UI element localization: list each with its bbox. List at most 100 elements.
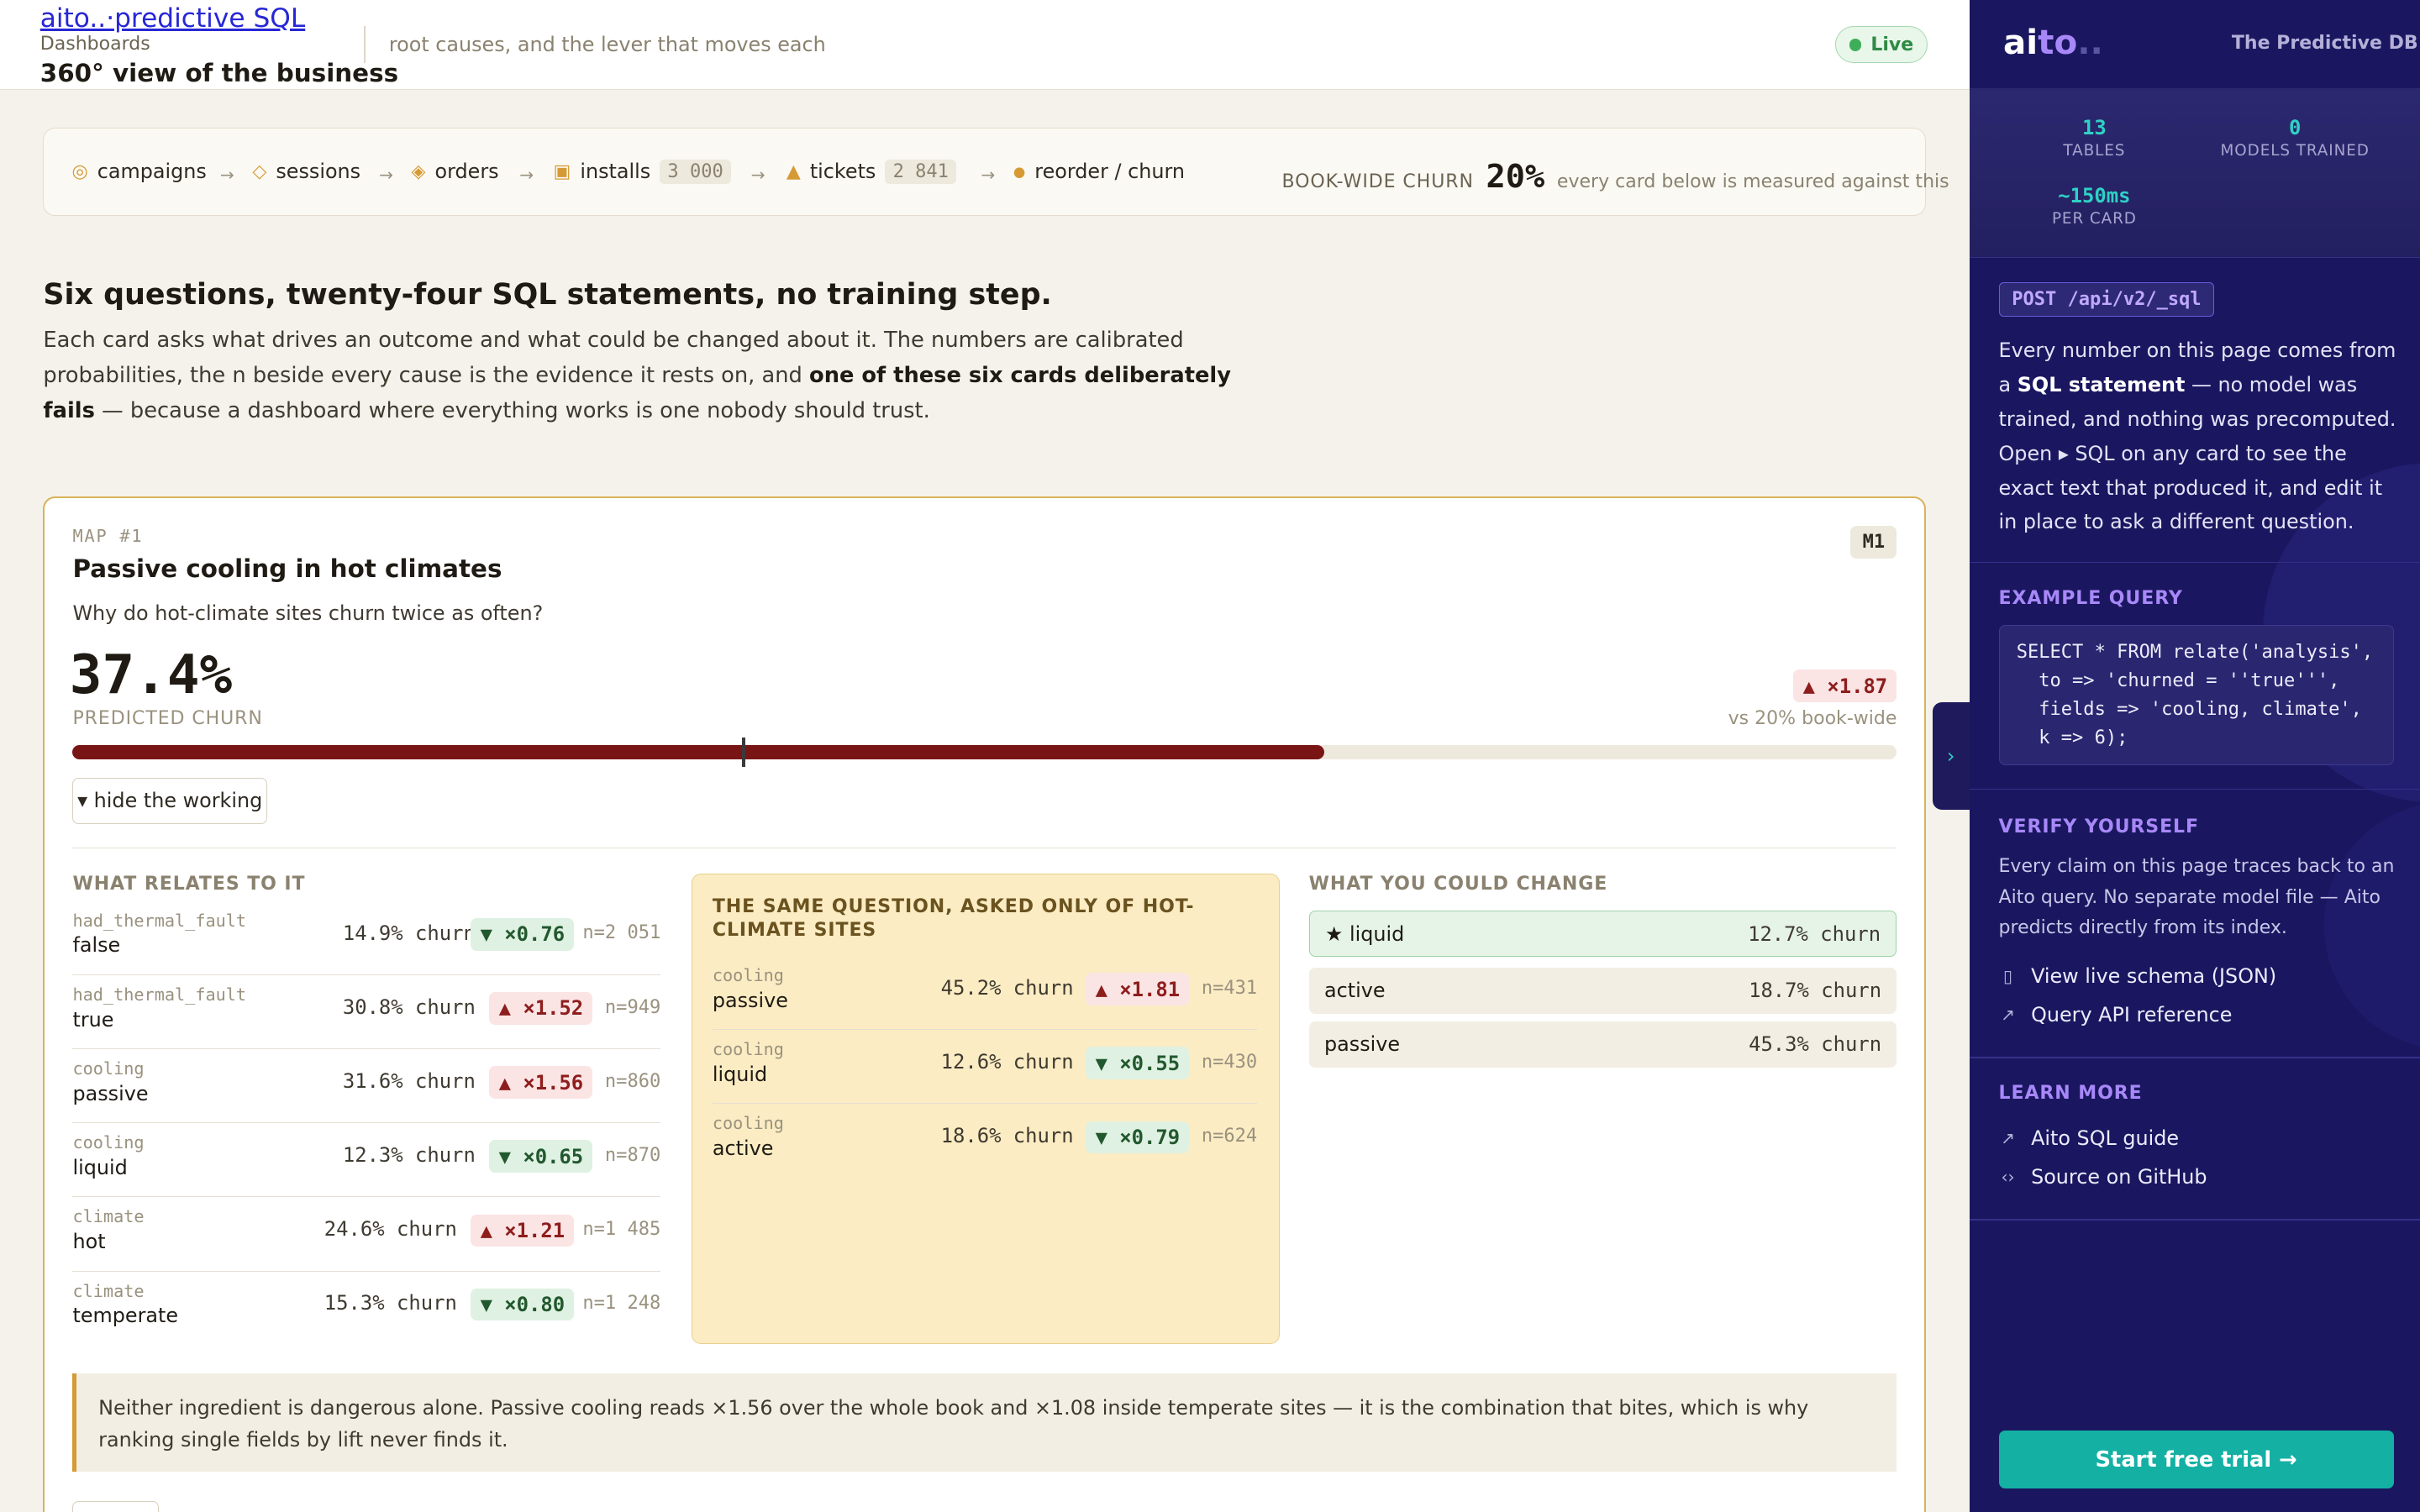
learn-more-heading: LEARN MORE: [1998, 1083, 2143, 1105]
divider: [1969, 1218, 2420, 1221]
field-name: cooling: [712, 1039, 784, 1060]
pipeline-item-orders[interactable]: ◈ orders: [412, 160, 499, 183]
field-value: active: [712, 1136, 774, 1160]
box-icon: ▣: [553, 160, 571, 182]
pipeline-item-tickets[interactable]: ▲ tickets 2 841: [786, 160, 957, 184]
sql-toggle-button[interactable]: [72, 1501, 160, 1512]
page-subtitle: root causes, and the lever that moves ea…: [388, 32, 826, 56]
pipeline-label: tickets: [809, 160, 876, 184]
start-trial-button[interactable]: Start free trial →: [1998, 1430, 2394, 1489]
intro-text: — because a dashboard where everything w…: [94, 398, 930, 424]
field-value: hot: [72, 1229, 106, 1253]
link-label: Query API reference: [2031, 1002, 2233, 1026]
logo-part: to: [2038, 21, 2078, 62]
sidebar: aito.. The Predictive DB 13 TABLES 0 MODEL…: [1969, 0, 2420, 1512]
aito-logo[interactable]: aito..: [2003, 22, 2103, 62]
change-option-passive[interactable]: passive 45.3% churn: [1308, 1021, 1897, 1068]
field-name: cooling: [72, 1058, 145, 1079]
pipeline-label: installs: [580, 160, 651, 184]
field-name: cooling: [712, 965, 784, 986]
field-name: had_thermal_fault: [72, 984, 247, 1005]
subq-row: cooling active 18.6% churn ▼ ×0.79 n=624: [713, 1104, 1257, 1178]
diamond-icon: ◇: [252, 160, 267, 182]
change-name: passive: [1324, 1032, 1401, 1056]
churn-value: 31.6% churn: [342, 1068, 476, 1093]
pipeline-label: reorder / churn: [1034, 160, 1185, 184]
relate-row: cooling passive 31.6% churn ▲ ×1.56 n=860: [72, 1049, 661, 1124]
churn-value: 18.6% churn: [940, 1124, 1074, 1148]
map-card: MAP #1 Passive cooling in hot climates M…: [43, 496, 1927, 1512]
pipeline-strip: ◎ campaigns → ◇ sessions → ◈ orders → ▣ inst…: [43, 128, 1949, 217]
change-option-active[interactable]: active 18.7% churn: [1308, 967, 1897, 1014]
lift-badge: ▼ ×0.55: [1086, 1047, 1190, 1079]
verify-heading: VERIFY YOURSELF: [1998, 816, 2199, 837]
relates-heading: WHAT RELATES TO IT: [72, 873, 306, 895]
example-query-code[interactable]: SELECT * FROM relate('analysis', to => '…: [1998, 624, 2394, 765]
warning-icon: ▲: [786, 160, 801, 182]
churn-value: 24.6% churn: [324, 1217, 457, 1242]
baseline-marker: [742, 738, 745, 767]
field-name: cooling: [72, 1132, 145, 1153]
breadcrumb[interactable]: Dashboards: [40, 34, 150, 55]
stat-label: MODELS TRAINED: [2220, 142, 2370, 160]
subq-row: cooling liquid 12.6% churn ▼ ×0.55 n=430: [712, 1030, 1258, 1105]
external-link-icon: ↗: [2001, 1004, 2015, 1025]
link-label: Source on GitHub: [2031, 1164, 2207, 1189]
schema-link[interactable]: ▯ View live schema (JSON): [1999, 963, 2277, 988]
churn-value: 30.8% churn: [342, 995, 476, 1019]
sample-size: n=870: [604, 1144, 661, 1166]
field-value: true: [72, 1007, 114, 1032]
description-text: — no model was trained, and nothing was …: [1998, 372, 2396, 534]
pipeline-item-reorder-churn[interactable]: ● reorder / churn: [1013, 160, 1185, 183]
stat-label: TABLES: [2063, 142, 2126, 160]
relate-row: climate hot 24.6% churn ▲ ×1.21 n=1 485: [72, 1197, 661, 1272]
churn-bar-fill: [72, 745, 1325, 759]
churn-value: 14.9% churn: [342, 921, 476, 945]
diamond-filled-icon: ◈: [411, 160, 426, 182]
divider: [364, 26, 366, 64]
arrow-icon: →: [750, 164, 765, 185]
divider: [72, 847, 1897, 849]
tagline: The Predictive DB: [2231, 32, 2418, 54]
sample-size: n=949: [604, 996, 661, 1018]
page-title: 360° view of the business: [39, 58, 399, 87]
change-value: 18.7% churn: [1749, 978, 1882, 1002]
change-option-liquid[interactable]: ★ liquid 12.7% churn: [1308, 910, 1897, 957]
field-name: cooling: [712, 1113, 784, 1134]
pipeline-label: orders: [434, 160, 499, 184]
sidebar-description: Every number on this page comes from a S…: [1999, 333, 2397, 540]
hide-working-button[interactable]: ▾ hide the working: [72, 777, 267, 824]
endpoint-badge: POST /api/v2/_sql: [1998, 282, 2215, 317]
card-badge: M1: [1850, 526, 1897, 559]
link-label: View live schema (JSON): [2031, 963, 2277, 988]
hot-climate-panel: THE SAME QUESTION, ASKED ONLY OF HOT-CLI…: [691, 873, 1280, 1344]
divider: [1969, 1057, 2420, 1058]
change-value: 45.3% churn: [1749, 1032, 1882, 1056]
divider: [1969, 788, 2420, 790]
dot-icon: ●: [1013, 163, 1026, 180]
sample-size: n=860: [604, 1070, 661, 1092]
churn-value: 12.3% churn: [342, 1143, 476, 1168]
github-link[interactable]: ‹› Source on GitHub: [1999, 1165, 2207, 1189]
brand-link[interactable]: aito..·predictive SQL: [40, 3, 306, 34]
churn-value: 15.3% churn: [324, 1291, 457, 1315]
intro-paragraph: Each card asks what drives an outcome an…: [43, 323, 1277, 429]
arrow-icon: →: [519, 164, 534, 185]
pipeline-item-sessions[interactable]: ◇ sessions: [252, 160, 360, 183]
pipeline-item-campaigns[interactable]: ◎ campaigns: [71, 160, 206, 183]
sql-guide-link[interactable]: ↗ Aito SQL guide: [1999, 1126, 2179, 1150]
main-content: aito..·predictive SQL Dashboards 360° vi…: [0, 0, 1970, 1512]
logo-part: ai: [2003, 21, 2039, 62]
book-wide-label: BOOK-WIDE CHURN: [1281, 171, 1474, 193]
lift-badge: ▼ ×0.80: [471, 1288, 575, 1321]
lift-badge: ▲ ×1.87: [1793, 669, 1897, 702]
document-icon: ▯: [2002, 965, 2013, 986]
change-value: 12.7% churn: [1748, 921, 1881, 946]
lift-badge: ▲ ×1.52: [489, 992, 593, 1025]
change-name: ★ liquid: [1325, 921, 1405, 946]
lift-badge: ▼ ×0.79: [1086, 1121, 1190, 1154]
pipeline-item-installs[interactable]: ▣ installs 3 000: [554, 160, 731, 184]
sidebar-toggle-button[interactable]: ›: [1932, 701, 1970, 811]
api-reference-link[interactable]: ↗ Query API reference: [1999, 1002, 2233, 1026]
divider: [1969, 561, 2420, 564]
